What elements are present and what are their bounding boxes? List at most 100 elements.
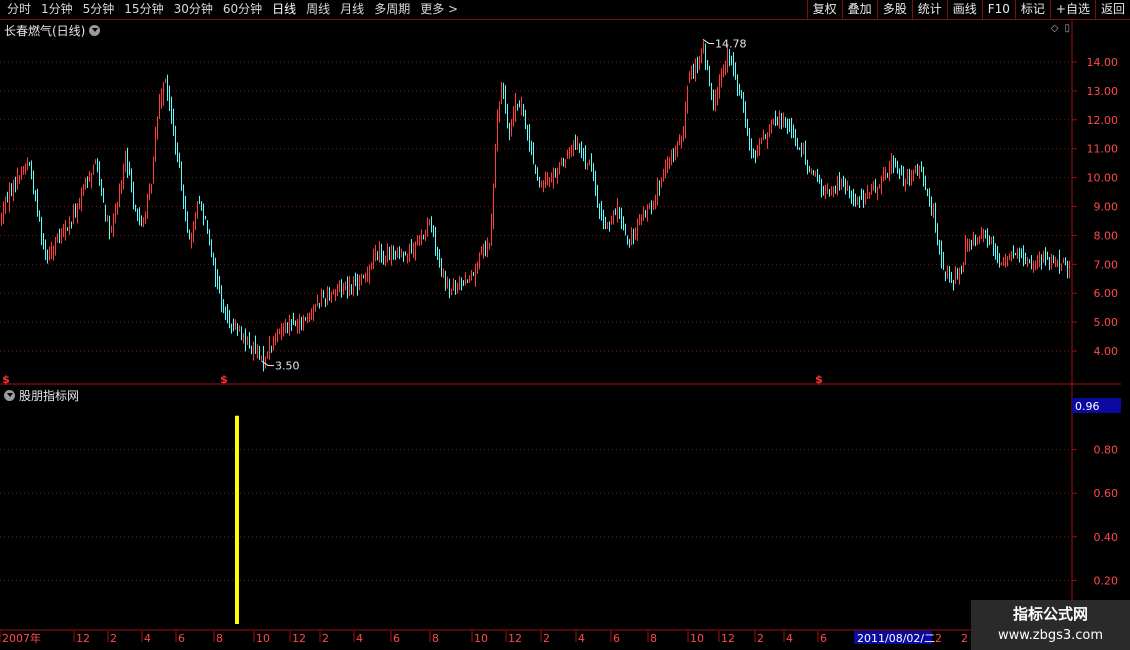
candle-body [693, 70, 694, 73]
candle-body [613, 212, 614, 218]
candle-body [625, 227, 626, 234]
candle-body [373, 255, 374, 266]
candle-body [221, 288, 222, 304]
candle-body [917, 170, 918, 172]
candle-body [837, 182, 838, 192]
candle-body [641, 216, 642, 222]
candle-body [371, 263, 372, 269]
candle-body [943, 259, 944, 269]
candle-body [95, 160, 96, 163]
candle-body [473, 275, 474, 277]
diamond-icon[interactable]: ◇ [1051, 23, 1059, 34]
candle-body [503, 83, 504, 96]
candle-body [3, 209, 4, 216]
candle-body [375, 249, 376, 255]
panel-toggle-icon[interactable]: ▯ [1064, 23, 1070, 34]
candle-body [559, 166, 560, 171]
candle-body [13, 180, 14, 195]
candle-body [847, 186, 848, 188]
candle-body [193, 222, 194, 235]
candle-body [785, 118, 786, 121]
candle-body [1047, 256, 1048, 260]
candle-body [599, 205, 600, 212]
candle-body [165, 80, 166, 83]
candle-body [615, 211, 616, 213]
right-side-strip [1121, 20, 1130, 630]
candle-body [199, 201, 200, 204]
candle-body [409, 245, 410, 256]
candle-body [25, 165, 26, 168]
candle-body [147, 198, 148, 214]
candle-body [441, 266, 442, 275]
candle-body [789, 124, 790, 126]
candle-body [403, 251, 404, 256]
candle-body [679, 139, 680, 143]
candle-body [759, 144, 760, 150]
candle-body [649, 203, 650, 206]
time-label: 2 [543, 632, 550, 645]
candle-body [19, 176, 20, 179]
candle-body [951, 278, 952, 282]
candle-body [91, 173, 92, 182]
candle-body [351, 284, 352, 291]
candle-body [137, 210, 138, 218]
candle-body [765, 134, 766, 139]
indicator-tick-label: 0.20 [1094, 574, 1119, 587]
signal-marker: $ [220, 373, 228, 386]
candle-body [823, 187, 824, 191]
candle-body [549, 181, 550, 183]
time-label: 8 [650, 632, 657, 645]
candle-body [1037, 259, 1038, 269]
candle-body [157, 118, 158, 134]
dropdown-circle-icon[interactable] [4, 390, 15, 401]
chart-title[interactable]: 长春燃气(日线) [4, 22, 101, 39]
candle-body [287, 324, 288, 328]
candle-body [673, 156, 674, 159]
candle-body [755, 157, 756, 160]
candle-body [161, 96, 162, 101]
candle-body [1067, 261, 1068, 274]
candle-body [167, 79, 168, 93]
candle-body [285, 325, 286, 329]
candle-body [841, 180, 842, 186]
candle-body [327, 291, 328, 301]
candle-body [937, 228, 938, 243]
candle-body [443, 274, 444, 277]
candle-body [361, 279, 362, 282]
candle-body [105, 205, 106, 218]
candle-body [561, 159, 562, 165]
candle-body [721, 74, 722, 83]
candle-body [337, 290, 338, 292]
time-label: 12 [292, 632, 306, 645]
candle-body [425, 230, 426, 235]
candle-body [259, 349, 260, 358]
watermark-badge: 指标公式网 www.zbgs3.com [971, 600, 1130, 650]
candle-body [643, 214, 644, 217]
candle-body [171, 101, 172, 117]
candle-body [201, 202, 202, 210]
dropdown-circle-icon[interactable] [89, 25, 101, 36]
candle-body [883, 174, 884, 181]
candle-body [955, 273, 956, 283]
candle-body [461, 278, 462, 286]
candle-body [827, 190, 828, 194]
indicator-title[interactable]: 股朋指标网 [4, 387, 79, 404]
candle-body [9, 190, 10, 206]
candle-body [1013, 250, 1014, 257]
candle-body [601, 207, 602, 214]
candle-body [281, 329, 282, 333]
stock-chart-canvas[interactable]: 14.00 13.00 12.00 11.00 10.00 9.00 8.00 7.00 6.0… [0, 0, 1130, 650]
candle-body [229, 317, 230, 325]
candle-body [1035, 265, 1036, 268]
candle-body [31, 164, 32, 177]
panel-corner-icons: ◇ ▯ [1051, 23, 1070, 34]
candle-body [545, 180, 546, 185]
candle-body [703, 45, 704, 53]
candle-body [897, 164, 898, 172]
candle-body [719, 80, 720, 93]
candle-body [115, 209, 116, 223]
candle-body [945, 271, 946, 275]
candle-body [515, 100, 516, 114]
candle-body [927, 189, 928, 195]
candle-body [413, 249, 414, 251]
